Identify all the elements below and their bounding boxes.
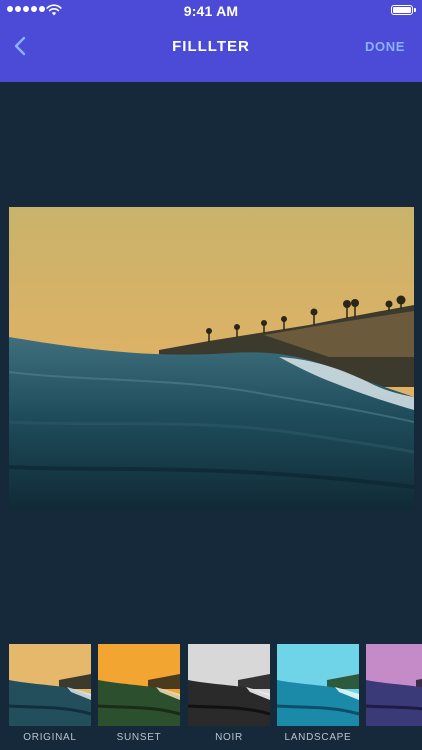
filter-sunset[interactable]: SUNSET (98, 644, 180, 743)
filter-label: LANDSCAPE (284, 732, 352, 743)
filter-thumbnail (188, 644, 270, 726)
battery-icon (391, 5, 416, 15)
wave-photo (9, 207, 414, 510)
status-bar: 9:41 AM (0, 0, 422, 22)
filter-thumbnail (366, 644, 422, 726)
filter-thumbnail (98, 644, 180, 726)
done-button[interactable]: DONE (365, 39, 405, 54)
filter-label: NOIR (215, 732, 243, 743)
filter-landscape[interactable]: LANDSCAPE (277, 644, 359, 743)
filter-label: SUNSET (116, 732, 162, 743)
filter-strip: ORIGINAL SUNSET NOIR LANDSCAPE (0, 641, 422, 750)
page-title: FILLLTER (172, 38, 250, 55)
navigation-bar: FILLLTER DONE (0, 22, 422, 72)
status-time: 9:41 AM (183, 3, 239, 19)
filter-purple[interactable] (366, 644, 422, 732)
filter-thumbnail (9, 644, 91, 726)
app-header: 9:41 AM FILLLTER DONE (0, 0, 422, 82)
filter-original[interactable]: ORIGINAL (9, 644, 91, 743)
photo-preview (9, 207, 414, 510)
filter-thumbnail (277, 644, 359, 726)
filter-noir[interactable]: NOIR (188, 644, 270, 743)
filter-label: ORIGINAL (23, 732, 77, 743)
